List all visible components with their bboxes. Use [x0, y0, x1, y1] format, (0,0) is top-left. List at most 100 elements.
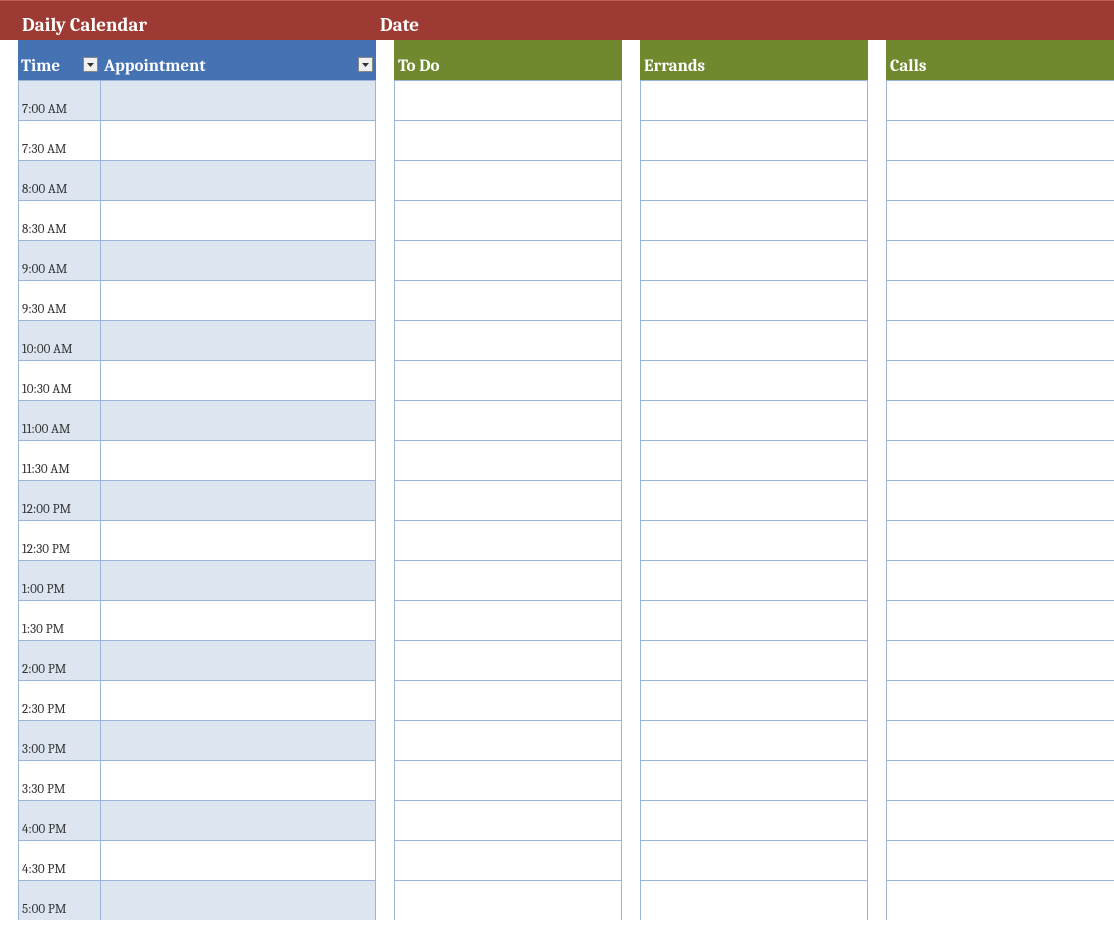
todo-cell[interactable] [394, 800, 622, 840]
appointment-cell[interactable] [101, 160, 376, 200]
errands-cell[interactable] [640, 120, 868, 160]
errands-cell[interactable] [640, 400, 868, 440]
errands-cell[interactable] [640, 720, 868, 760]
errands-cell[interactable] [640, 160, 868, 200]
calls-cell[interactable] [886, 200, 1114, 240]
schedule-row: 4:00 PM [18, 800, 376, 840]
appointment-cell[interactable] [101, 480, 376, 520]
todo-cell[interactable] [394, 240, 622, 280]
appointment-cell[interactable] [101, 200, 376, 240]
todo-cell[interactable] [394, 880, 622, 920]
calls-cell[interactable] [886, 560, 1114, 600]
schedule-row: 2:30 PM [18, 680, 376, 720]
page-title: Daily Calendar [0, 14, 358, 40]
calls-cell[interactable] [886, 760, 1114, 800]
calls-cell[interactable] [886, 400, 1114, 440]
schedule-row: 12:00 PM [18, 480, 376, 520]
calls-cell[interactable] [886, 720, 1114, 760]
calls-cell[interactable] [886, 280, 1114, 320]
calls-cell[interactable] [886, 640, 1114, 680]
errands-cell[interactable] [640, 200, 868, 240]
todo-cell[interactable] [394, 120, 622, 160]
time-column-header: Time [18, 40, 101, 80]
appointment-cell[interactable] [101, 360, 376, 400]
calls-cell[interactable] [886, 360, 1114, 400]
todo-cell[interactable] [394, 360, 622, 400]
todo-cell[interactable] [394, 680, 622, 720]
errands-cell[interactable] [640, 600, 868, 640]
appointment-cell[interactable] [101, 600, 376, 640]
errands-cell[interactable] [640, 320, 868, 360]
appointment-filter-button[interactable] [358, 57, 373, 72]
todo-cell[interactable] [394, 200, 622, 240]
calls-cell[interactable] [886, 520, 1114, 560]
calls-cell[interactable] [886, 120, 1114, 160]
time-cell: 4:30 PM [18, 840, 101, 880]
appointment-cell[interactable] [101, 880, 376, 920]
appointment-cell[interactable] [101, 640, 376, 680]
todo-cell[interactable] [394, 280, 622, 320]
calls-cell[interactable] [886, 320, 1114, 360]
appointment-cell[interactable] [101, 560, 376, 600]
schedule-row: 2:00 PM [18, 640, 376, 680]
appointment-cell[interactable] [101, 320, 376, 360]
errands-cell[interactable] [640, 560, 868, 600]
appointment-cell[interactable] [101, 680, 376, 720]
errands-header: Errands [640, 40, 868, 80]
calls-cell[interactable] [886, 800, 1114, 840]
errands-cell[interactable] [640, 800, 868, 840]
errands-cell[interactable] [640, 480, 868, 520]
todo-cell[interactable] [394, 720, 622, 760]
errands-cell[interactable] [640, 840, 868, 880]
calls-cell[interactable] [886, 440, 1114, 480]
todo-cell[interactable] [394, 840, 622, 880]
calls-cell[interactable] [886, 680, 1114, 720]
calls-header: Calls [886, 40, 1114, 80]
todo-cell[interactable] [394, 760, 622, 800]
calls-cell[interactable] [886, 840, 1114, 880]
errands-cell[interactable] [640, 680, 868, 720]
appointment-cell[interactable] [101, 280, 376, 320]
todo-cell[interactable] [394, 640, 622, 680]
appointment-cell[interactable] [101, 240, 376, 280]
calls-cell[interactable] [886, 600, 1114, 640]
schedule-header-row: Time Appointment [18, 40, 376, 80]
appointment-cell[interactable] [101, 720, 376, 760]
calls-cell[interactable] [886, 880, 1114, 920]
errands-cell[interactable] [640, 240, 868, 280]
appointment-cell[interactable] [101, 760, 376, 800]
appointment-cell[interactable] [101, 440, 376, 480]
calls-cell[interactable] [886, 480, 1114, 520]
errands-cell[interactable] [640, 280, 868, 320]
errands-cell[interactable] [640, 440, 868, 480]
todo-cell[interactable] [394, 560, 622, 600]
time-cell: 3:00 PM [18, 720, 101, 760]
todo-cell[interactable] [394, 520, 622, 560]
todo-cell[interactable] [394, 600, 622, 640]
todo-cell[interactable] [394, 80, 622, 120]
calls-cell[interactable] [886, 80, 1114, 120]
errands-cell[interactable] [640, 640, 868, 680]
errands-cell[interactable] [640, 760, 868, 800]
schedule-row: 12:30 PM [18, 520, 376, 560]
errands-cell[interactable] [640, 520, 868, 560]
todo-cell[interactable] [394, 320, 622, 360]
calls-cell[interactable] [886, 240, 1114, 280]
todo-cell[interactable] [394, 480, 622, 520]
appointment-cell[interactable] [101, 520, 376, 560]
todo-cell[interactable] [394, 400, 622, 440]
appointment-cell[interactable] [101, 800, 376, 840]
appointment-cell[interactable] [101, 120, 376, 160]
calls-cell[interactable] [886, 160, 1114, 200]
todo-header: To Do [394, 40, 622, 80]
todo-cell[interactable] [394, 160, 622, 200]
appointment-cell[interactable] [101, 400, 376, 440]
appointment-cell[interactable] [101, 840, 376, 880]
errands-cell[interactable] [640, 880, 868, 920]
appointment-cell[interactable] [101, 80, 376, 120]
time-filter-button[interactable] [83, 57, 98, 72]
schedule-row: 4:30 PM [18, 840, 376, 880]
errands-cell[interactable] [640, 360, 868, 400]
todo-cell[interactable] [394, 440, 622, 480]
errands-cell[interactable] [640, 80, 868, 120]
